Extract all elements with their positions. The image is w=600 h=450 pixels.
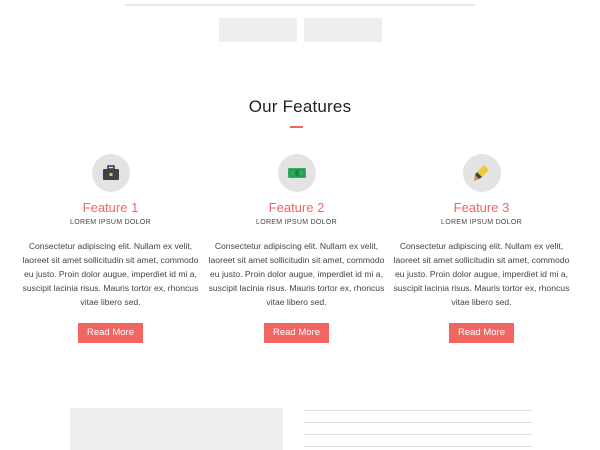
bottom-line (304, 434, 532, 435)
bottom-image-placeholder (70, 408, 283, 450)
highlighter-icon (462, 154, 501, 192)
feature-title: Feature 2 (268, 200, 325, 215)
read-more-button[interactable]: Read More (449, 323, 514, 343)
feature-subtitle: LOREM IPSUM DOLOR (256, 219, 337, 226)
section-title: Our Features (248, 97, 352, 116)
briefcase-icon (91, 154, 130, 192)
feature-description: Consectetur adipiscing elit. Nullam ex v… (22, 241, 199, 307)
feature-subtitle: LOREM IPSUM DOLOR (70, 219, 151, 226)
bottom-line (304, 422, 532, 423)
bottom-line (304, 410, 532, 411)
feature-card-1: Feature 1 LOREM IPSUM DOLOR Consectetur … (18, 154, 203, 343)
title-underline (290, 126, 303, 128)
feature-subtitle: LOREM IPSUM DOLOR (441, 219, 522, 226)
feature-title: Feature 3 (453, 200, 510, 215)
money-icon (277, 154, 316, 192)
read-more-button[interactable]: Read More (78, 323, 143, 343)
feature-title: Feature 1 (82, 200, 139, 215)
read-more-button[interactable]: Read More (264, 323, 329, 343)
feature-card-2: Feature 2 LOREM IPSUM DOLOR Consectetur … (204, 154, 389, 343)
top-placeholder-button-2[interactable] (304, 18, 382, 42)
feature-card-3: Feature 3 LOREM IPSUM DOLOR Consectetur … (389, 154, 574, 343)
bottom-line (304, 446, 532, 447)
top-divider (125, 4, 475, 6)
top-placeholder-button-1[interactable] (219, 18, 297, 42)
feature-description: Consectetur adipiscing elit. Nullam ex v… (208, 241, 385, 307)
feature-description: Consectetur adipiscing elit. Nullam ex v… (393, 241, 570, 307)
